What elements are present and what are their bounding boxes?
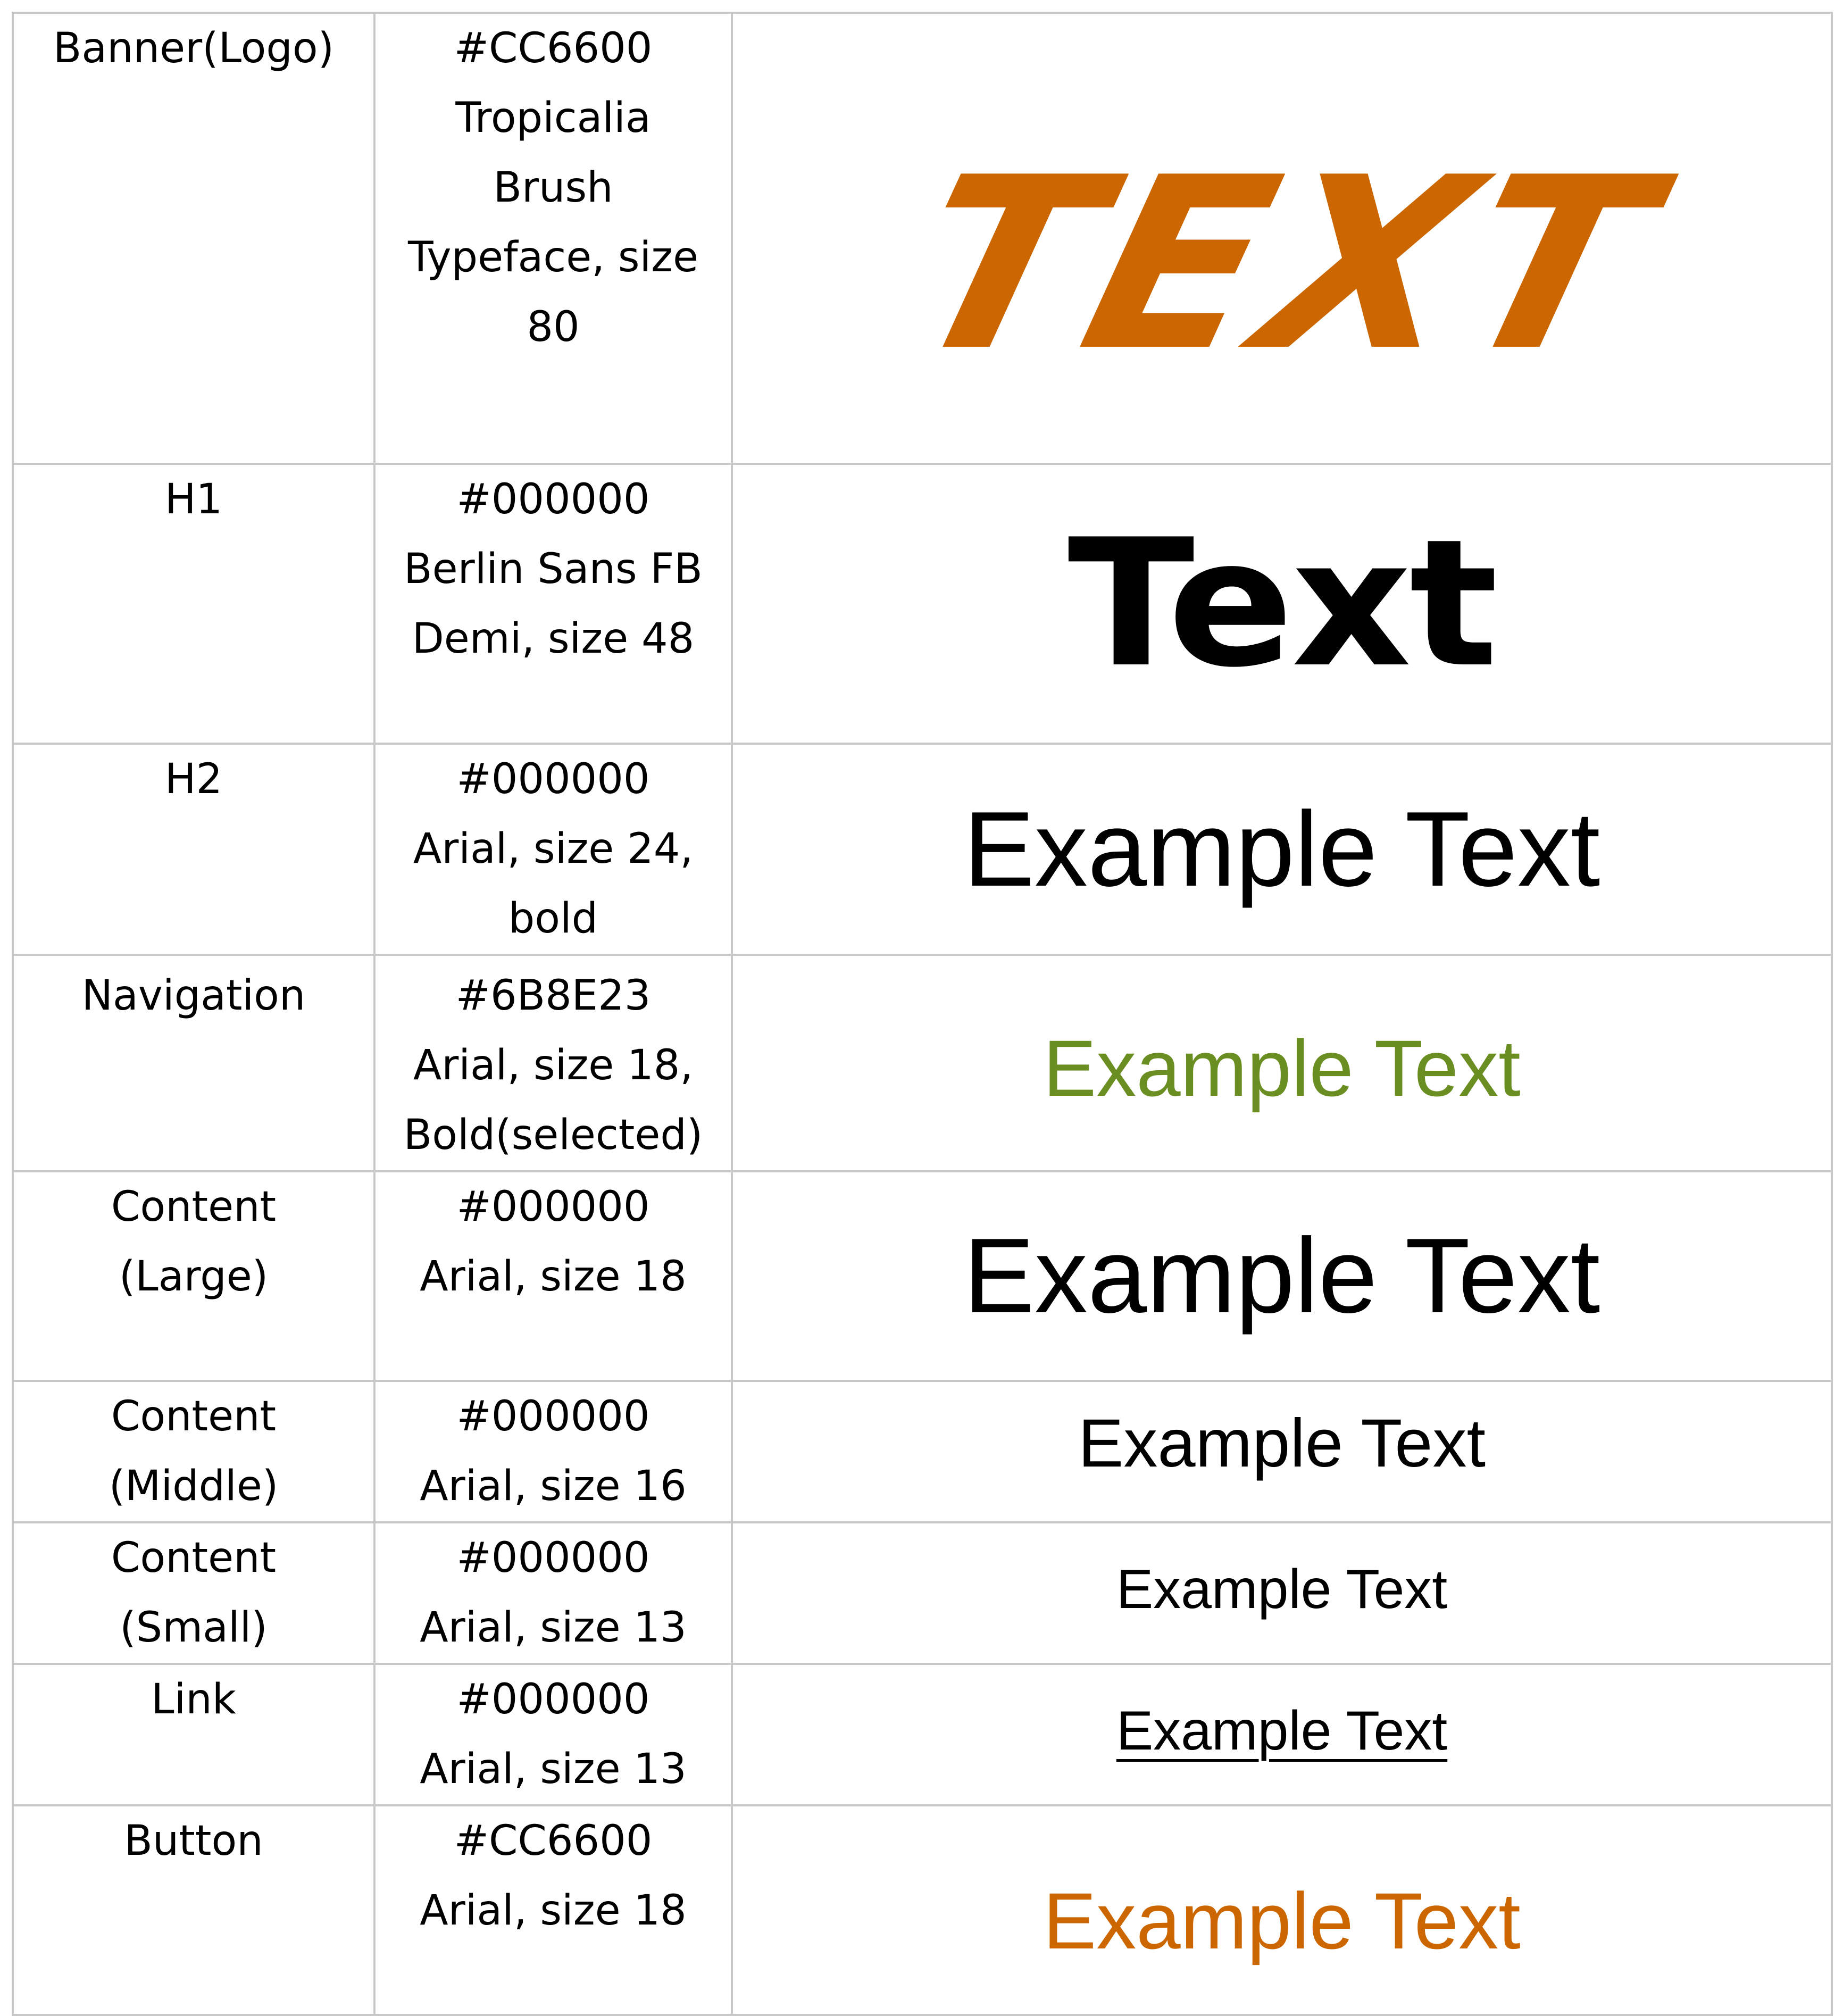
table-row-button: Button #CC6600 Arial, size 18 Example Te… xyxy=(12,1804,1833,2016)
spec-color: #000000 xyxy=(456,1534,650,1582)
style-spec-cell: #CC6600 Arial, size 18 xyxy=(373,1804,733,2016)
sample-cell: Text xyxy=(731,463,1833,745)
spec-font-line: Arial, size 18 xyxy=(420,1253,687,1301)
spec-size-line: 80 xyxy=(527,303,580,351)
spec-font-line: Arial, size 18, xyxy=(413,1042,694,1089)
element-name-cell: Button xyxy=(12,1804,376,2016)
spec-font-line: Berlin Sans FB xyxy=(404,545,703,593)
style-spec-cell: #000000 Arial, size 13 xyxy=(373,1663,733,1806)
content-small-sample: Example Text xyxy=(1116,1559,1448,1620)
table-row-content-middle: Content (Middle) #000000 Arial, size 16 … xyxy=(12,1380,1833,1523)
element-name-cell: Link xyxy=(12,1663,376,1806)
element-name-cell: Content (Middle) xyxy=(12,1380,376,1523)
style-spec-cell: #000000 Arial, size 13 xyxy=(373,1521,733,1665)
element-name: (Middle) xyxy=(109,1462,279,1510)
table-row-content-small: Content (Small) #000000 Arial, size 13 E… xyxy=(12,1521,1833,1665)
sample-cell: Example Text xyxy=(731,1663,1833,1806)
spec-color: #CC6600 xyxy=(454,24,653,72)
sample-cell: Example Text xyxy=(731,1521,1833,1665)
link-sample[interactable]: Example Text xyxy=(1116,1703,1447,1759)
spec-font-line: Demi, size 48 xyxy=(412,615,695,663)
element-name: Navigation xyxy=(81,972,306,1020)
spec-font-line: Typeface, size xyxy=(407,234,699,281)
style-spec-cell: #6B8E23 Arial, size 18, Bold(selected) xyxy=(373,954,733,1172)
spec-color: #000000 xyxy=(456,1183,650,1231)
spec-color: #CC6600 xyxy=(454,1817,653,1865)
spec-color: #000000 xyxy=(456,755,650,803)
element-name: Content xyxy=(111,1393,277,1440)
h2-sample: Example Text xyxy=(963,789,1600,909)
element-name: (Small) xyxy=(120,1604,268,1652)
table-row-h1: H1 #000000 Berlin Sans FB Demi, size 48 … xyxy=(12,463,1833,745)
spec-font-line: Arial, size 13 xyxy=(420,1745,687,1793)
element-name: (Large) xyxy=(119,1253,269,1301)
spec-font-line: Arial, size 13 xyxy=(420,1604,687,1652)
element-name-cell: H1 xyxy=(12,463,376,745)
style-guide-sheet: Banner(Logo) #CC6600 Tropicalia Brush Ty… xyxy=(0,0,1843,2016)
table-row-banner: Banner(Logo) #CC6600 Tropicalia Brush Ty… xyxy=(12,12,1833,465)
element-name-cell: H2 xyxy=(12,743,376,956)
table-row-h2: H2 #000000 Arial, size 24, bold Example … xyxy=(12,743,1833,956)
spec-font-line: bold xyxy=(508,895,598,943)
table-row-link: Link #000000 Arial, size 13 Example Text xyxy=(12,1663,1833,1806)
element-name-cell: Banner(Logo) xyxy=(12,12,376,465)
table-row-content-large: Content (Large) #000000 Arial, size 18 E… xyxy=(12,1170,1833,1382)
element-name: H2 xyxy=(164,755,223,803)
element-name: Content xyxy=(111,1534,277,1582)
spec-font-line: Arial, size 24, xyxy=(413,825,694,873)
element-name: H1 xyxy=(164,476,223,523)
element-name: Link xyxy=(151,1676,236,1723)
element-name-cell: Content (Large) xyxy=(12,1170,376,1382)
sample-cell: TEXT xyxy=(731,12,1833,465)
element-name-cell: Navigation xyxy=(12,954,376,1172)
spec-color: #000000 xyxy=(456,1393,650,1440)
spec-color: #000000 xyxy=(456,476,650,523)
element-name: Button xyxy=(124,1817,263,1865)
style-guide-table: Banner(Logo) #CC6600 Tropicalia Brush Ty… xyxy=(12,12,1833,2016)
button-sample[interactable]: Example Text xyxy=(1043,1881,1521,1961)
sample-cell: Example Text xyxy=(731,1804,1833,2016)
element-name: Banner(Logo) xyxy=(53,24,335,72)
content-middle-sample: Example Text xyxy=(1078,1405,1486,1481)
style-spec-cell: #000000 Arial, size 16 xyxy=(373,1380,733,1523)
spec-font-line: Brush xyxy=(493,164,613,212)
sample-cell: Example Text xyxy=(731,1380,1833,1523)
spec-font-line: Bold(selected) xyxy=(403,1111,703,1159)
style-spec-cell: #000000 Arial, size 18 xyxy=(373,1170,733,1382)
sample-cell: Example Text xyxy=(731,954,1833,1172)
style-spec-cell: #000000 Berlin Sans FB Demi, size 48 xyxy=(373,463,733,745)
element-name-cell: Content (Small) xyxy=(12,1521,376,1665)
h1-sample: Text xyxy=(1068,502,1498,706)
table-row-navigation: Navigation #6B8E23 Arial, size 18, Bold(… xyxy=(12,954,1833,1172)
spec-font-line: Arial, size 16 xyxy=(420,1462,687,1510)
spec-font-line: Arial, size 18 xyxy=(420,1887,687,1935)
spec-font-line: Tropicalia xyxy=(455,94,651,142)
spec-color: #000000 xyxy=(456,1676,650,1723)
sample-cell: Example Text xyxy=(731,743,1833,956)
navigation-sample: Example Text xyxy=(1043,1023,1521,1113)
content-large-sample: Example Text xyxy=(963,1217,1600,1335)
style-spec-cell: #000000 Arial, size 24, bold xyxy=(373,743,733,956)
style-spec-cell: #CC6600 Tropicalia Brush Typeface, size … xyxy=(373,12,733,465)
sample-cell: Example Text xyxy=(731,1170,1833,1382)
banner-logo-sample: TEXT xyxy=(885,126,1680,403)
element-name: Content xyxy=(111,1183,277,1231)
spec-color: #6B8E23 xyxy=(455,972,651,1020)
